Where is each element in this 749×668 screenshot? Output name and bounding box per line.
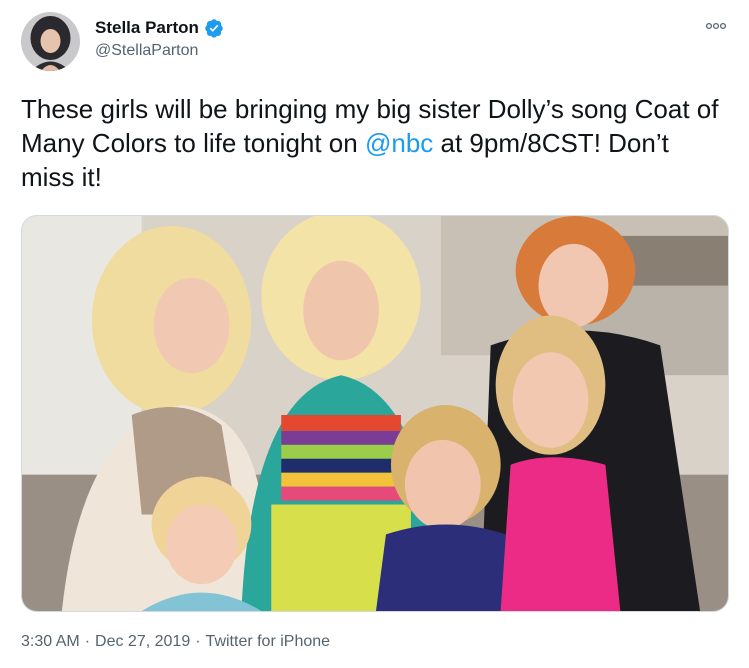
tweet-source[interactable]: Twitter for iPhone — [206, 633, 331, 651]
meta-separator: · — [195, 633, 201, 650]
author-display-name[interactable]: Stella Parton — [95, 18, 199, 38]
mention-link[interactable]: @nbc — [365, 128, 433, 158]
tweet-meta: 3:30 AM · Dec 27, 2019 · Twitter for iPh… — [21, 633, 330, 651]
more-options-icon[interactable] — [705, 20, 727, 32]
tweet-card: Stella Parton @StellaParton These girls … — [0, 0, 749, 668]
tweet-date[interactable]: Dec 27, 2019 — [95, 633, 190, 651]
avatar-image — [21, 12, 80, 71]
meta-separator: · — [84, 633, 91, 650]
photo-image — [22, 216, 728, 611]
tweet-time[interactable]: 3:30 AM — [21, 633, 80, 651]
author-name-row: Stella Parton — [95, 16, 224, 40]
tweet-text: These girls will be bringing my big sist… — [21, 92, 727, 194]
author-avatar[interactable] — [21, 12, 80, 71]
verified-badge-icon — [205, 19, 223, 38]
author-handle[interactable]: @StellaParton — [95, 42, 198, 60]
tweet-photo[interactable] — [21, 215, 729, 612]
